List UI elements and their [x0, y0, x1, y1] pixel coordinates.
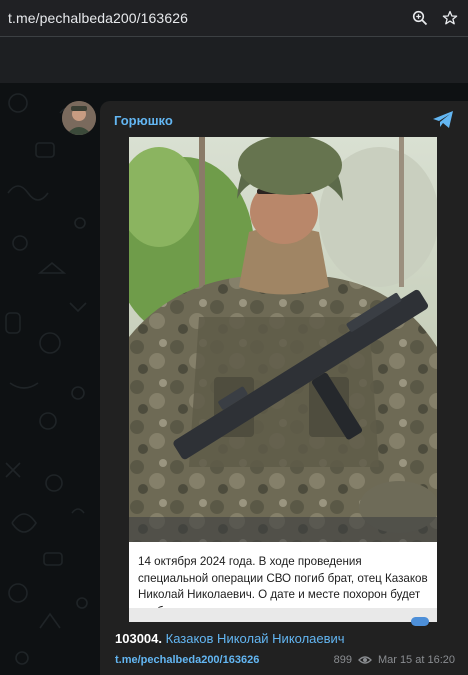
- view-count: 899: [333, 654, 352, 666]
- post-card: Горюшко 14 октября 2024 года. В ходе про…: [100, 101, 468, 675]
- post-photo[interactable]: [129, 137, 437, 542]
- post-number: 103004.: [115, 631, 162, 646]
- post-title-link[interactable]: Казаков Николай Николаевич: [166, 631, 345, 646]
- post-header: Горюшко: [100, 101, 468, 137]
- caption-panel-footer: [129, 608, 437, 622]
- eye-icon: [358, 655, 372, 665]
- post-meta: t.me/pechalbeda200/163626 899 Mar 15 at …: [115, 654, 455, 670]
- post-title: 103004. Казаков Николай Николаевич: [115, 631, 345, 646]
- star-icon[interactable]: [442, 10, 458, 26]
- post-link[interactable]: t.me/pechalbeda200/163626: [115, 654, 259, 666]
- post-date[interactable]: Mar 15 at 16:20: [378, 654, 455, 666]
- caption-scroll-handle[interactable]: [411, 617, 429, 626]
- channel-avatar[interactable]: [62, 101, 96, 135]
- caption-panel: 14 октября 2024 года. В ходе проведения …: [129, 542, 437, 626]
- telegram-icon[interactable]: [432, 110, 454, 130]
- toolbar-strip: [0, 37, 468, 83]
- url-text[interactable]: t.me/pechalbeda200/163626: [8, 10, 412, 26]
- address-bar: t.me/pechalbeda200/163626: [0, 0, 468, 36]
- post-stats: 899 Mar 15 at 16:20: [334, 654, 455, 666]
- channel-name[interactable]: Горюшко: [114, 113, 173, 128]
- zoom-icon[interactable]: [412, 10, 428, 26]
